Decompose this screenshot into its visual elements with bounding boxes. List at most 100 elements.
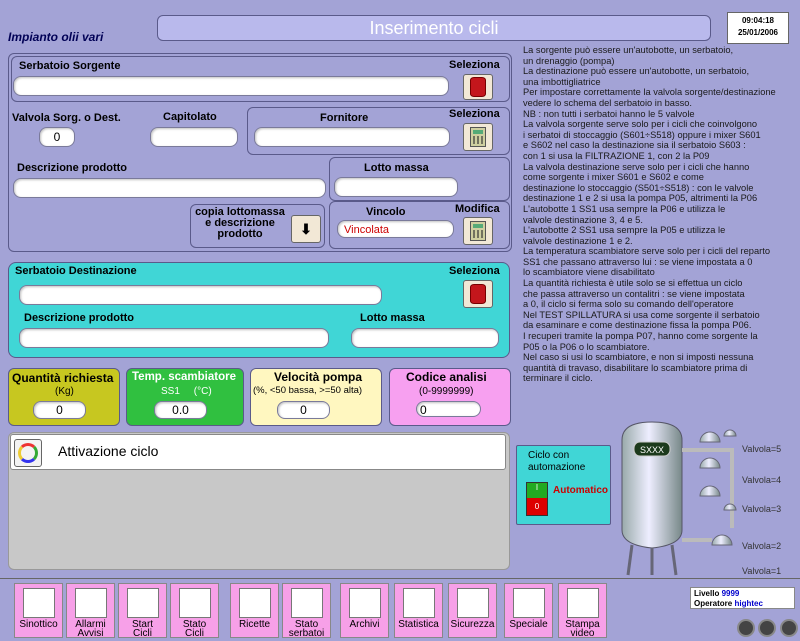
help-line: SS1 che passano attraverso lui : se vien…: [523, 256, 753, 267]
help-line: da esaminare e come destinazione fissa l…: [523, 320, 752, 331]
help-line: valvole destinazione 1 e 2.: [523, 235, 633, 246]
statistics-icon: [402, 588, 435, 618]
fornitore-field[interactable]: [254, 127, 450, 147]
code-unit: (0-9999999): [419, 386, 474, 397]
nav-label: Sicurezza: [450, 619, 495, 630]
archive-icon: [348, 588, 381, 618]
tank-body: SXXX: [621, 421, 683, 576]
nav-start-cicli-button[interactable]: Start Cicli: [118, 583, 167, 639]
dest-select-button[interactable]: [463, 280, 493, 308]
qty-label: Quantità richiesta: [12, 371, 114, 385]
help-line: L'autobotte 1 SS1 usa sempre la P06 e ut…: [523, 203, 726, 214]
nav-sicurezza-button[interactable]: Sicurezza: [448, 583, 497, 638]
nav-stato-cicli-button[interactable]: Stato Cicli: [170, 583, 219, 639]
source-tank-label: Serbatoio Sorgente: [19, 60, 121, 72]
modifica-button[interactable]: [463, 217, 493, 245]
help-line: i serbatoi di stoccaggio (S601÷S518) opp…: [523, 129, 761, 140]
indicator-lights: [737, 619, 798, 640]
indicator-light: [758, 619, 777, 637]
bell-icon: [74, 588, 107, 618]
help-line: NB : non tutti i serbatoi hanno le 5 val…: [523, 108, 695, 119]
help-line: La quantità richiesta è utile solo se si…: [523, 278, 743, 289]
dest-lotto-label: Lotto massa: [360, 312, 425, 324]
vel-unit: (%, <50 bassa, >=50 alta): [253, 385, 363, 396]
nav-archivi-button[interactable]: Archivi: [340, 583, 389, 638]
toggle-off: 0: [527, 498, 547, 515]
temp-label: Temp. scambiatore: [132, 371, 236, 383]
help-line: come sorgente i mixer S601 e S602 e come: [523, 172, 704, 183]
help-line: un drenaggio (pompa): [523, 55, 615, 66]
copy-label: copia lottomassa e descrizione prodotto: [192, 207, 288, 240]
nav-stato-serbatoi-button[interactable]: Stato serbatoi: [282, 583, 331, 639]
dest-tank-label: Serbatoio Destinazione: [15, 265, 137, 277]
dest-descr-field[interactable]: [19, 328, 329, 348]
nav-statistica-button[interactable]: Statistica: [394, 583, 443, 638]
capitolato-field[interactable]: [150, 127, 238, 147]
livello-label: Livello: [694, 589, 720, 598]
nav-label: Sinottico: [19, 619, 58, 630]
help-line: Nel caso si usi lo scambiatore, e non si…: [523, 352, 754, 363]
dest-descr-label: Descrizione prodotto: [24, 312, 135, 324]
source-descr-field[interactable]: [13, 178, 326, 198]
copy-button[interactable]: ⬇: [291, 215, 321, 243]
fornitore-select-button[interactable]: [463, 123, 493, 151]
cycle-automation-toggle[interactable]: I 0: [526, 482, 548, 516]
livello-value: 9999: [721, 589, 740, 598]
dest-tank-field[interactable]: [19, 285, 382, 305]
nav-ricette-button[interactable]: Ricette: [230, 583, 279, 638]
valve-label-3: Valvola=3: [742, 504, 781, 514]
nav-allarmi-button[interactable]: Allarmi Avvisi: [66, 583, 115, 639]
help-line: La temperatura scambiatore serve solo pe…: [523, 246, 770, 257]
keys-icon: [456, 588, 489, 618]
cycle-label-line1: Ciclo con: [528, 450, 570, 461]
code-field[interactable]: 0: [416, 401, 481, 417]
indicator-light: [737, 619, 755, 637]
help-line: che passa attraverso un contalitri : se …: [523, 288, 745, 299]
help-line: una imbottigliatrice: [523, 76, 601, 87]
dest-lotto-field[interactable]: [351, 328, 499, 348]
nav-speciale-button[interactable]: Speciale: [504, 583, 553, 638]
help-line: destinazione lo stoccaggio (S501÷S518) :…: [523, 182, 754, 193]
source-tank-field[interactable]: [13, 76, 449, 96]
fornitore-select-label: Seleziona: [449, 108, 500, 120]
nav-label: Speciale: [509, 619, 548, 630]
help-line: La sorgente può essere un'autobotte, un …: [523, 45, 734, 55]
help-line: La valvola destinazione serve solo per i…: [523, 161, 750, 172]
help-line: con 1 si usa la FILTRAZIONE 1, con 2 la …: [523, 150, 710, 161]
recipe-icon: [238, 588, 271, 618]
capitolato-label: Capitolato: [163, 111, 217, 123]
help-text: La sorgente può essere un'autobotte, un …: [523, 45, 795, 384]
nav-label-2: Avvisi: [77, 628, 104, 639]
vel-field[interactable]: 0: [277, 401, 330, 419]
cycle-label-line2: automazione: [528, 462, 586, 473]
nav-sinottico-button[interactable]: Sinottico: [14, 583, 63, 638]
help-line: Nel TEST SPILLATURA si usa come sorgente…: [523, 309, 760, 320]
help-line: a 0, il ciclo si ferma solo su comando d…: [523, 299, 734, 310]
barrel-icon: [470, 284, 486, 304]
valve-field[interactable]: 0: [39, 127, 75, 147]
temp-field[interactable]: 0.0: [154, 401, 207, 419]
activation-button[interactable]: [14, 439, 42, 467]
source-descr-label: Descrizione prodotto: [17, 162, 128, 174]
help-line: lo scambiatore viene disabilitato: [523, 267, 655, 278]
barrel-icon: [470, 77, 486, 97]
help-line: La valvola sorgente serve solo per i cic…: [523, 119, 758, 130]
help-line: P05 o la P06 o lo scambiatore.: [523, 341, 650, 352]
special-icon: [512, 588, 545, 618]
vincolo-field[interactable]: Vincolata: [337, 220, 454, 238]
source-lotto-label: Lotto massa: [364, 162, 429, 174]
cycle-automation-label: Ciclo con automazione: [528, 450, 585, 474]
help-line: e S602 nel caso la destinazione sia il s…: [523, 140, 746, 151]
valve-label-4: Valvola=4: [742, 475, 781, 485]
source-select-button[interactable]: [463, 74, 493, 100]
qty-field[interactable]: 0: [33, 401, 86, 419]
print-icon: [566, 588, 599, 618]
source-select-label: Seleziona: [449, 59, 500, 71]
nav-stampa-video-button[interactable]: Stampa video: [558, 583, 607, 639]
help-line: terminare il ciclo.: [523, 373, 593, 384]
source-lotto-field[interactable]: [334, 177, 458, 197]
code-label: Codice analisi: [406, 370, 487, 384]
help-line: L'autobotte 2 SS1 usa sempre la P05 e ut…: [523, 225, 726, 236]
tank-name: SXXX: [640, 445, 664, 455]
help-line: quantità di travaso, disabilitare lo sca…: [523, 362, 748, 373]
